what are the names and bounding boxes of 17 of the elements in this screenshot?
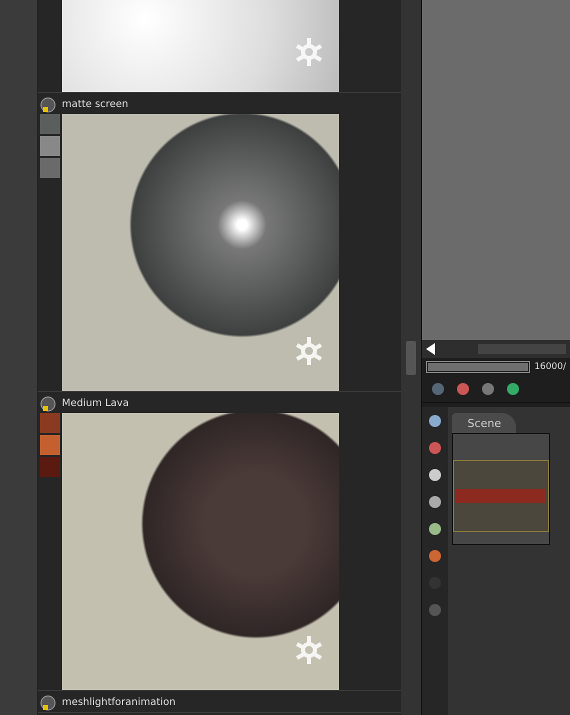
sample-count: 16000/ xyxy=(534,362,566,372)
material-name[interactable]: Medium Lava xyxy=(62,398,129,409)
material-thumbnail[interactable] xyxy=(40,413,60,433)
sphere-icon xyxy=(40,396,56,412)
left-arrow-icon[interactable] xyxy=(426,343,436,355)
scene-tab[interactable]: Scene xyxy=(452,413,516,433)
material-thumbnail[interactable] xyxy=(40,457,60,477)
scroll-handle[interactable] xyxy=(406,340,416,374)
material-thumbnail[interactable] xyxy=(40,136,60,156)
sphere-icon xyxy=(40,694,56,710)
material-thumbnail[interactable] xyxy=(40,158,60,178)
material-thumbnail[interactable] xyxy=(40,435,60,455)
material-name[interactable]: matte screen xyxy=(62,99,128,110)
scrollbar[interactable] xyxy=(401,0,422,715)
material-thumbnail[interactable] xyxy=(40,114,60,134)
material-name[interactable]: meshlightforanimation xyxy=(62,697,176,708)
sphere-icon xyxy=(40,96,56,112)
